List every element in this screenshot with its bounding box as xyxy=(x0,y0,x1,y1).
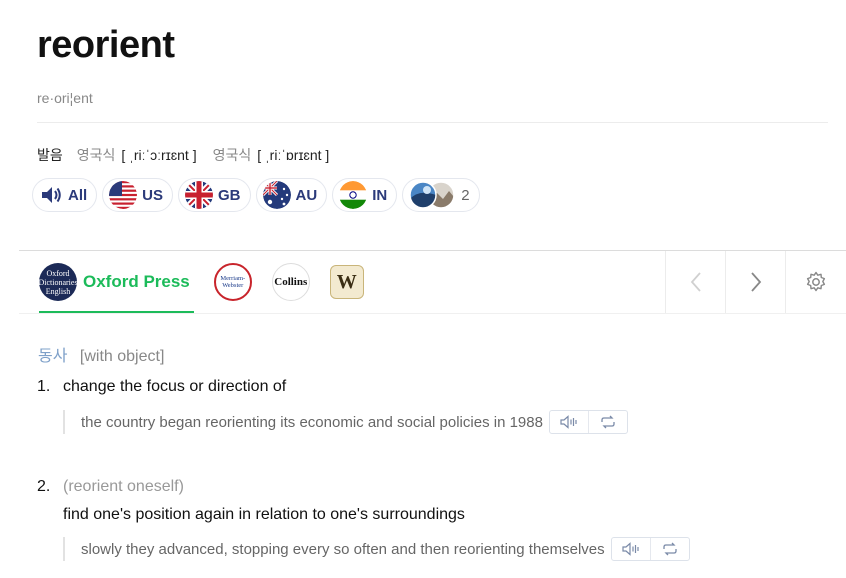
in-flag-icon xyxy=(339,181,368,209)
audio-gb-label: GB xyxy=(218,186,241,204)
tab-oxford[interactable]: Oxford Dictionaries English Oxford Press xyxy=(38,251,194,313)
example-play-button[interactable] xyxy=(612,538,650,560)
example-repeat-button[interactable] xyxy=(587,411,627,433)
example-2: slowly they advanced, stopping every so … xyxy=(63,537,690,561)
example-controls xyxy=(548,410,628,434)
pronunciation-row: 발음 영국식 [ ˌriːˈɔːrɪɛnt ] 영국식 [ ˌriːˈɒrɪɛn… xyxy=(37,145,345,165)
example-text: the country began reorienting its econom… xyxy=(81,413,543,431)
part-of-speech: 동사 xyxy=(38,348,68,365)
sense-number: 2. xyxy=(37,478,51,495)
gb-flag-icon xyxy=(185,181,214,209)
example-controls xyxy=(610,537,690,561)
chevron-left-icon xyxy=(690,272,701,292)
audio-all-button[interactable]: All xyxy=(32,178,98,212)
wordreference-logo: W xyxy=(329,265,364,299)
next-dictionary-button[interactable] xyxy=(725,251,786,313)
audio-au-button[interactable]: AU xyxy=(255,178,328,212)
repeat-icon xyxy=(663,542,677,556)
sense-1: 1. change the focus or direction of xyxy=(37,378,286,396)
sense-number: 1. xyxy=(37,378,51,395)
pronunciation-ipa-2: [ ˌriːˈɒrɪɛnt ] xyxy=(257,147,330,163)
audio-in-button[interactable]: IN xyxy=(332,178,398,212)
headword: reorient xyxy=(37,24,175,66)
user-avatars-icon xyxy=(409,181,455,209)
sense-2-definition: find one's position again in relation to… xyxy=(63,506,465,523)
audio-all-label: All xyxy=(68,186,88,204)
tab-merriam-webster[interactable]: Merriam- Webster xyxy=(213,251,252,313)
sense-2: 2. (reorient oneself) xyxy=(37,478,184,496)
audio-us-button[interactable]: US xyxy=(102,178,174,212)
tab-wordreference[interactable]: W xyxy=(329,251,364,313)
dictionary-tab-bar: Oxford Dictionaries English Oxford Press M… xyxy=(19,250,846,314)
chevron-right-icon xyxy=(751,272,762,292)
settings-button[interactable] xyxy=(785,251,846,313)
repeat-icon xyxy=(601,415,615,429)
example-1: the country began reorienting its econom… xyxy=(63,410,628,434)
au-flag-icon xyxy=(262,181,291,209)
tab-collins[interactable]: Collins xyxy=(271,251,310,313)
dictionary-tabs: Oxford Dictionaries English Oxford Press M… xyxy=(38,251,378,313)
pronunciation-ipa-1: [ ˌriːˈɔːrɪɛnt ] xyxy=(121,147,197,163)
part-of-speech-row: 동사 [with object] xyxy=(38,342,164,366)
pronunciation-variant-1: 영국식 xyxy=(76,147,116,163)
sense-label: (reorient oneself) xyxy=(63,478,184,495)
tab-oxford-label: Oxford Press xyxy=(83,272,190,291)
pronunciation-label: 발음 xyxy=(37,147,63,163)
audio-au-label: AU xyxy=(295,186,318,204)
merriam-webster-logo: Merriam- Webster xyxy=(213,263,252,301)
audio-buttons: All US GB AU IN 2 xyxy=(32,178,480,212)
us-flag-icon xyxy=(109,181,138,209)
collins-logo: Collins xyxy=(271,263,310,301)
speaker-icon xyxy=(42,187,61,203)
gear-icon xyxy=(806,271,826,292)
speaker-icon xyxy=(622,542,639,556)
audio-gb-button[interactable]: GB xyxy=(178,178,251,212)
prev-dictionary-button[interactable] xyxy=(665,251,726,313)
audio-us-label: US xyxy=(142,186,164,204)
grammar-note: [with object] xyxy=(79,348,165,365)
divider xyxy=(37,122,828,123)
user-recordings-count: 2 xyxy=(461,186,470,204)
syllabification: re·ori¦ent xyxy=(37,90,93,106)
example-play-button[interactable] xyxy=(550,411,588,433)
pronunciation-variant-2: 영국식 xyxy=(212,147,252,163)
example-repeat-button[interactable] xyxy=(649,538,689,560)
audio-in-label: IN xyxy=(372,186,388,204)
sense-definition: change the focus or direction of xyxy=(63,378,287,395)
speaker-icon xyxy=(560,415,577,429)
example-text: slowly they advanced, stopping every so … xyxy=(81,540,605,558)
audio-user-recordings-button[interactable]: 2 xyxy=(402,178,480,212)
oxford-logo: Oxford Dictionaries English xyxy=(38,263,78,301)
